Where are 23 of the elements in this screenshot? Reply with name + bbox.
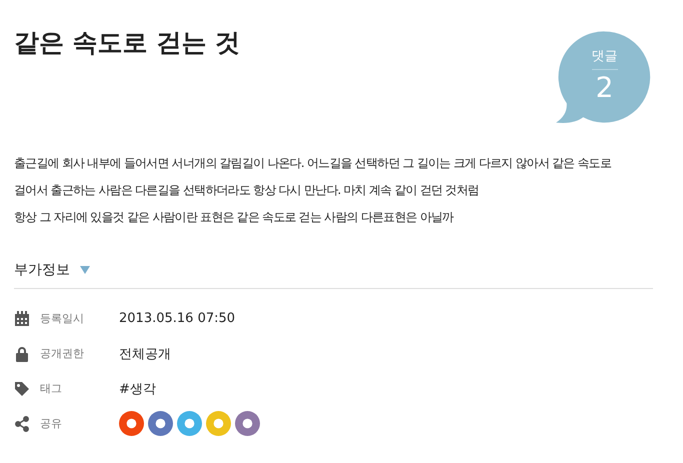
body-text: 걸어서 출근하는 사람은 다른길을 선택하더라도 항상 다시 만난다. 마치 계속 같이 걷던 것처럼 [14,182,479,199]
body-text: 출근길에 회사 내부에 들어서면 서너개의 갈림길이 나온다. 어느길을 선택하던 그 길이는 크게 다르지 않아서 같은 속도로 [14,155,612,172]
expand-caret-icon[interactable] [80,266,90,274]
share-icon [14,416,30,432]
info-value: 전체공개 [119,346,171,362]
calendar-icon [14,310,30,326]
share-service-icon[interactable] [148,411,173,436]
info-value: 2013.05.16 07:50 [119,311,236,326]
share-service-icon[interactable] [177,411,202,436]
share-service-icon[interactable] [235,411,260,436]
tag-icon [14,380,30,396]
info-label: 등록일시 [40,311,85,326]
info-label: 태그 [40,381,63,396]
info-label: 공개권한 [40,346,85,361]
lock-icon [14,346,30,362]
share-service-icon[interactable] [119,411,144,436]
comment-count: 2 [596,72,614,104]
section-heading: 부가정보 [14,261,70,279]
post-title: 같은 속도로 걷는 것 [14,28,240,59]
info-label: 공유 [40,416,63,431]
comment-label: 댓글 [592,48,618,65]
body-text: 항상 그 자리에 있을것 같은 사람이란 표현은 같은 속도로 걷는 사람의 다른표현은 아닐까 [14,209,454,226]
info-value[interactable]: #생각 [119,380,156,398]
